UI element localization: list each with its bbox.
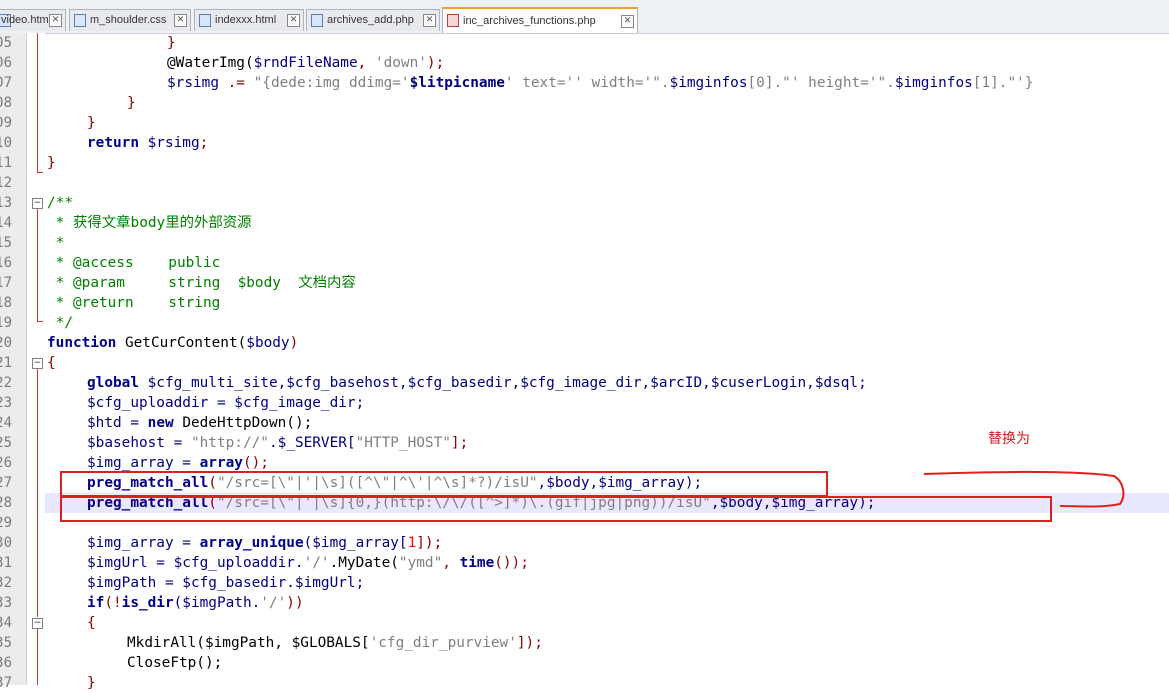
code-line-23[interactable]: $cfg_uploaddir = $cfg_image_dir; bbox=[87, 393, 364, 413]
code-line-35[interactable]: MkdirAll($imgPath, $GLOBALS['cfg_dir_pur… bbox=[127, 633, 543, 653]
line-number: 06 bbox=[0, 55, 12, 71]
code-line-37[interactable]: } bbox=[87, 673, 96, 693]
code-line-21[interactable]: { bbox=[47, 353, 56, 373]
line-number: 09 bbox=[0, 115, 12, 131]
line-number: 22 bbox=[0, 375, 12, 391]
tab-bar: video.htm ✕ m_shoulder.css ✕ indexxx.htm… bbox=[0, 0, 1169, 34]
code-line-10[interactable]: return $rsimg; bbox=[87, 133, 208, 153]
fold-end bbox=[37, 172, 43, 173]
annotation-arrow bbox=[923, 471, 1125, 508]
fold-toggle-icon[interactable]: − bbox=[32, 358, 43, 369]
code-line-08[interactable]: } bbox=[127, 93, 136, 113]
line-number: 27 bbox=[0, 475, 12, 491]
annotation-box-original bbox=[60, 471, 828, 497]
line-number: 11 bbox=[0, 155, 12, 171]
code-line-32[interactable]: $imgPath = $cfg_basedir.$imgUrl; bbox=[87, 573, 364, 593]
line-number: 19 bbox=[0, 315, 12, 331]
code-line-25[interactable]: $basehost = "http://".$_SERVER["HTTP_HOS… bbox=[87, 433, 468, 453]
line-number: 08 bbox=[0, 95, 12, 111]
line-number: 35 bbox=[0, 635, 12, 651]
line-number: 25 bbox=[0, 435, 12, 451]
tab-archives-add-php[interactable]: archives_add.php ✕ bbox=[306, 9, 440, 31]
line-number: 37 bbox=[0, 675, 12, 691]
line-number: 05 bbox=[0, 35, 12, 51]
fold-line bbox=[37, 369, 38, 617]
line-number: 13 bbox=[0, 195, 12, 211]
line-number: 26 bbox=[0, 455, 12, 471]
file-icon bbox=[311, 14, 323, 27]
code-line-24[interactable]: $htd = new DedeHttpDown(); bbox=[87, 413, 312, 433]
close-icon[interactable]: ✕ bbox=[423, 14, 436, 27]
fold-toggle-icon[interactable]: − bbox=[32, 198, 43, 209]
line-number: 15 bbox=[0, 235, 12, 251]
code-line-19[interactable]: */ bbox=[47, 313, 73, 333]
line-number: 32 bbox=[0, 575, 12, 591]
code-line-13[interactable]: /** bbox=[47, 193, 73, 213]
line-number: 33 bbox=[0, 595, 12, 611]
tab-m-shoulder-css[interactable]: m_shoulder.css ✕ bbox=[69, 9, 191, 31]
line-number: 18 bbox=[0, 295, 12, 311]
line-number: 14 bbox=[0, 215, 12, 231]
line-number: 17 bbox=[0, 275, 12, 291]
code-line-15[interactable]: * bbox=[47, 233, 65, 253]
code-line-30[interactable]: $img_array = array_unique($img_array[1])… bbox=[87, 533, 442, 553]
code-line-31[interactable]: $imgUrl = $cfg_uploaddir.'/'.MyDate("ymd… bbox=[87, 553, 529, 573]
code-line-06[interactable]: @WaterImg($rndFileName, 'down'); bbox=[167, 53, 444, 73]
file-icon bbox=[447, 14, 459, 27]
line-number: 16 bbox=[0, 255, 12, 271]
code-line-14[interactable]: * 获得文章body里的外部资源 bbox=[47, 213, 252, 233]
annotation-label: 替换为 bbox=[988, 431, 1030, 447]
line-number: 23 bbox=[0, 395, 12, 411]
code-line-22[interactable]: global $cfg_multi_site,$cfg_basehost,$cf… bbox=[87, 373, 867, 393]
tab-video-htm[interactable]: video.htm ✕ bbox=[0, 9, 66, 31]
code-line-17[interactable]: * @param string $body 文档内容 bbox=[47, 273, 356, 293]
file-icon bbox=[74, 14, 86, 27]
tab-indexxx-html[interactable]: indexxx.html ✕ bbox=[194, 9, 304, 31]
line-number: 31 bbox=[0, 555, 12, 571]
close-icon[interactable]: ✕ bbox=[287, 14, 300, 27]
line-number: 12 bbox=[0, 175, 12, 191]
code-line-05[interactable]: } bbox=[167, 33, 176, 53]
line-number: 34 bbox=[0, 615, 12, 631]
code-line-34[interactable]: { bbox=[87, 613, 96, 633]
line-number: 21 bbox=[0, 355, 12, 371]
line-number: 20 bbox=[0, 335, 12, 351]
line-number: 07 bbox=[0, 75, 12, 91]
annotation-box-replacement bbox=[60, 496, 1052, 522]
line-number: 28 bbox=[0, 495, 12, 511]
close-icon[interactable]: ✕ bbox=[621, 15, 634, 28]
code-line-18[interactable]: * @return string bbox=[47, 293, 221, 313]
fold-end bbox=[37, 321, 43, 322]
close-icon[interactable]: ✕ bbox=[174, 14, 187, 27]
fold-line bbox=[37, 209, 38, 321]
code-line-09[interactable]: } bbox=[87, 113, 96, 133]
fold-line bbox=[37, 629, 38, 685]
close-icon[interactable]: ✕ bbox=[49, 14, 62, 27]
line-number: 30 bbox=[0, 535, 12, 551]
code-line-07[interactable]: $rsimg .= "{dede:img ddimg='$litpicname'… bbox=[167, 73, 1033, 93]
fold-line bbox=[37, 33, 38, 173]
line-number: 36 bbox=[0, 655, 12, 671]
code-line-36[interactable]: CloseFtp(); bbox=[127, 653, 222, 673]
line-number: 10 bbox=[0, 135, 12, 151]
file-icon bbox=[199, 14, 211, 27]
code-line-33[interactable]: if(!is_dir($imgPath.'/')) bbox=[87, 593, 304, 613]
fold-toggle-icon[interactable]: − bbox=[32, 618, 43, 629]
code-line-16[interactable]: * @access public bbox=[47, 253, 221, 273]
code-line-20[interactable]: function GetCurContent($body) bbox=[47, 333, 298, 353]
line-number: 24 bbox=[0, 415, 12, 431]
code-line-26[interactable]: $img_array = array(); bbox=[87, 453, 269, 473]
code-line-11[interactable]: } bbox=[47, 153, 56, 173]
tab-inc-archives-functions-php[interactable]: inc_archives_functions.php ✕ bbox=[442, 7, 638, 33]
line-number: 29 bbox=[0, 515, 12, 531]
